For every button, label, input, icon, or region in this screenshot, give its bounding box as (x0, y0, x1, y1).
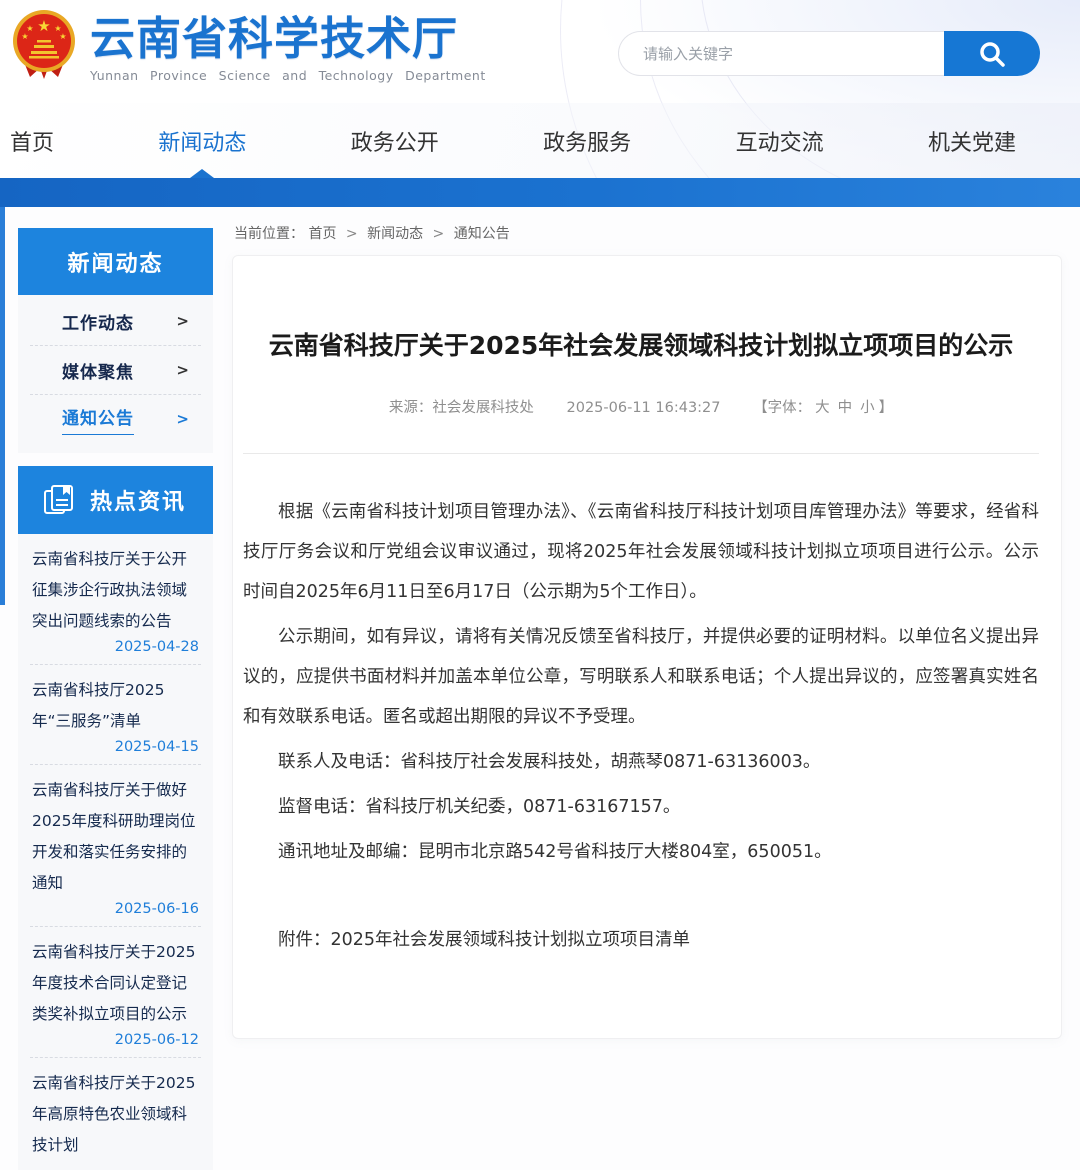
sidebar-menu: 新闻动态 工作动态 > 媒体聚焦 > 通知公告 > (18, 228, 213, 453)
search-bar (618, 31, 1040, 76)
breadcrumb-label: 当前位置： (234, 226, 304, 242)
nav-item-gov-disclosure[interactable]: 政务公开 (351, 103, 439, 178)
hot-news-item[interactable]: 云南省科技厅2025年“三服务”清单 2025-04-15 (30, 665, 201, 765)
site-brand[interactable]: ★ ★ ★ ★ ★ 云南省科学技术厅 Yunnan Province Scien… (8, 7, 486, 83)
site-subtitle-en: Yunnan Province Science and Technology D… (90, 68, 486, 83)
chevron-right-icon: > (176, 361, 189, 379)
article-paragraph: 根据《云南省科技计划项目管理办法》、《云南省科技厅科技计划项目库管理办法》等要求… (243, 492, 1039, 612)
sidebar-item-label: 通知公告 (62, 404, 134, 435)
nav-item-party-building[interactable]: 机关党建 (928, 103, 1016, 178)
hot-news-item-date: 2025-04-28 (32, 639, 199, 655)
sidebar: 新闻动态 工作动态 > 媒体聚焦 > 通知公告 > (18, 228, 213, 1170)
article-body: 根据《云南省科技计划项目管理办法》、《云南省科技厅科技计划项目库管理办法》等要求… (243, 492, 1039, 872)
nav-item-interaction[interactable]: 互动交流 (736, 103, 824, 178)
sidebar-item-work-trends[interactable]: 工作动态 > (18, 297, 213, 345)
search-icon (977, 39, 1007, 69)
sidebar-item-media-focus[interactable]: 媒体聚焦 > (18, 346, 213, 394)
main-nav: 首页 新闻动态 政务公开 政务服务 互动交流 机关党建 (0, 103, 1080, 178)
font-label-open: 【字体： (753, 400, 811, 416)
sidebar-item-label: 媒体聚焦 (62, 358, 134, 383)
article-source: 来源：社会发展科技处 (389, 400, 534, 416)
article-paragraph: 通讯地址及邮编：昆明市北京路542号省科技厅大楼804室，650051。 (243, 832, 1039, 872)
svg-text:★: ★ (59, 32, 66, 41)
breadcrumb-home[interactable]: 首页 (308, 226, 336, 242)
hot-news-header: 热点资讯 (18, 466, 213, 534)
hot-news-item[interactable]: 云南省科技厅关于公开征集涉企行政执法领域突出问题线索的公告 2025-04-28 (30, 534, 201, 665)
sidebar-menu-list: 工作动态 > 媒体聚焦 > 通知公告 > (18, 295, 213, 453)
chevron-right-icon: > (176, 410, 189, 428)
hot-news-item-title: 云南省科技厅2025年“三服务”清单 (32, 675, 199, 737)
hot-news-panel: 热点资讯 云南省科技厅关于公开征集涉企行政执法领域突出问题线索的公告 2025-… (18, 466, 213, 1170)
breadcrumb: 当前位置： 首页 > 新闻动态 > 通知公告 (234, 223, 1062, 243)
nav-item-home[interactable]: 首页 (10, 103, 54, 178)
site-title: 云南省科学技术厅 (90, 13, 486, 65)
hot-news-item-date: 2025-04-15 (32, 739, 199, 755)
breadcrumb-separator: > (346, 226, 358, 242)
nav-item-news[interactable]: 新闻动态 (158, 103, 246, 178)
divider (243, 453, 1039, 454)
article-card: 云南省科技厅关于2025年社会发展领域科技计划拟立项项目的公示 来源：社会发展科… (232, 255, 1062, 1039)
blue-divider-band (0, 178, 1080, 207)
hot-news-item-title: 云南省科技厅关于2025年度技术合同认定登记类奖补拟立项目的公示 (32, 937, 199, 1030)
hot-news-item[interactable]: 云南省科技厅关于2025年度技术合同认定登记类奖补拟立项目的公示 2025-06… (30, 927, 201, 1058)
top-zone: ★ ★ ★ ★ ★ 云南省科学技术厅 Yunnan Province Scien… (0, 0, 1080, 178)
article-meta: 来源：社会发展科技处 2025-06-11 16:43:27 【字体：大中小】 (243, 396, 1039, 417)
svg-text:★: ★ (37, 17, 50, 35)
article-paragraph: 联系人及电话：省科技厅社会发展科技处，胡燕琴0871-63136003。 (243, 742, 1039, 782)
nav-item-gov-services[interactable]: 政务服务 (543, 103, 631, 178)
font-label-close: 】 (879, 400, 894, 416)
font-size-large-button[interactable]: 大 (815, 400, 830, 416)
hot-news-item-date: 2025-06-12 (32, 1032, 199, 1048)
main-column: 当前位置： 首页 > 新闻动态 > 通知公告 云南省科技厅关于2025年社会发展… (232, 207, 1062, 1039)
search-input[interactable] (618, 31, 944, 76)
article-datetime: 2025-06-11 16:43:27 (567, 400, 721, 416)
left-accent-bar (0, 207, 5, 605)
hot-news-item-date: 2025-06-16 (32, 901, 199, 917)
breadcrumb-separator: > (433, 226, 445, 242)
search-button[interactable] (944, 31, 1040, 76)
article-title: 云南省科技厅关于2025年社会发展领域科技计划拟立项项目的公示 (251, 326, 1031, 366)
chevron-right-icon: > (176, 312, 189, 330)
hot-news-item[interactable]: 云南省科技厅关于做好2025年度科研助理岗位开发和落实任务安排的通知 2025-… (30, 765, 201, 927)
hot-news-item-title: 云南省科技厅关于做好2025年度科研助理岗位开发和落实任务安排的通知 (32, 775, 199, 899)
content-area: 新闻动态 工作动态 > 媒体聚焦 > 通知公告 > (0, 207, 1080, 955)
sidebar-item-label: 工作动态 (62, 309, 134, 334)
sidebar-section-title: 新闻动态 (18, 228, 213, 295)
hot-news-item-title: 云南省科技厅关于公开征集涉企行政执法领域突出问题线索的公告 (32, 544, 199, 637)
site-header: ★ ★ ★ ★ ★ 云南省科学技术厅 Yunnan Province Scien… (0, 0, 1080, 103)
breadcrumb-notices[interactable]: 通知公告 (454, 226, 510, 242)
hot-news-item-title: 云南省科技厅关于2025年高原特色农业领域科技计划 (32, 1068, 199, 1161)
font-size-small-button[interactable]: 小 (860, 400, 875, 416)
breadcrumb-news[interactable]: 新闻动态 (367, 226, 423, 242)
attachment-link[interactable]: 附件：2025年社会发展领域科技计划拟立项项目清单 (243, 920, 1039, 960)
hot-news-list: 云南省科技厅关于公开征集涉企行政执法领域突出问题线索的公告 2025-04-28… (18, 534, 213, 1170)
hot-news-title: 热点资讯 (90, 484, 186, 516)
documents-icon (42, 483, 76, 517)
font-size-control: 【字体：大中小】 (753, 400, 893, 416)
article-paragraph: 监督电话：省科技厅机关纪委，0871-63167157。 (243, 787, 1039, 827)
svg-text:★: ★ (21, 32, 28, 41)
hot-news-item[interactable]: 云南省科技厅关于2025年高原特色农业领域科技计划 (30, 1058, 201, 1170)
article-paragraph: 公示期间，如有异议，请将有关情况反馈至省科技厅，并提供必要的证明材料。以单位名义… (243, 617, 1039, 737)
font-size-medium-button[interactable]: 中 (838, 400, 853, 416)
national-emblem-logo: ★ ★ ★ ★ ★ (8, 7, 80, 81)
sidebar-item-notices[interactable]: 通知公告 > (18, 395, 213, 443)
